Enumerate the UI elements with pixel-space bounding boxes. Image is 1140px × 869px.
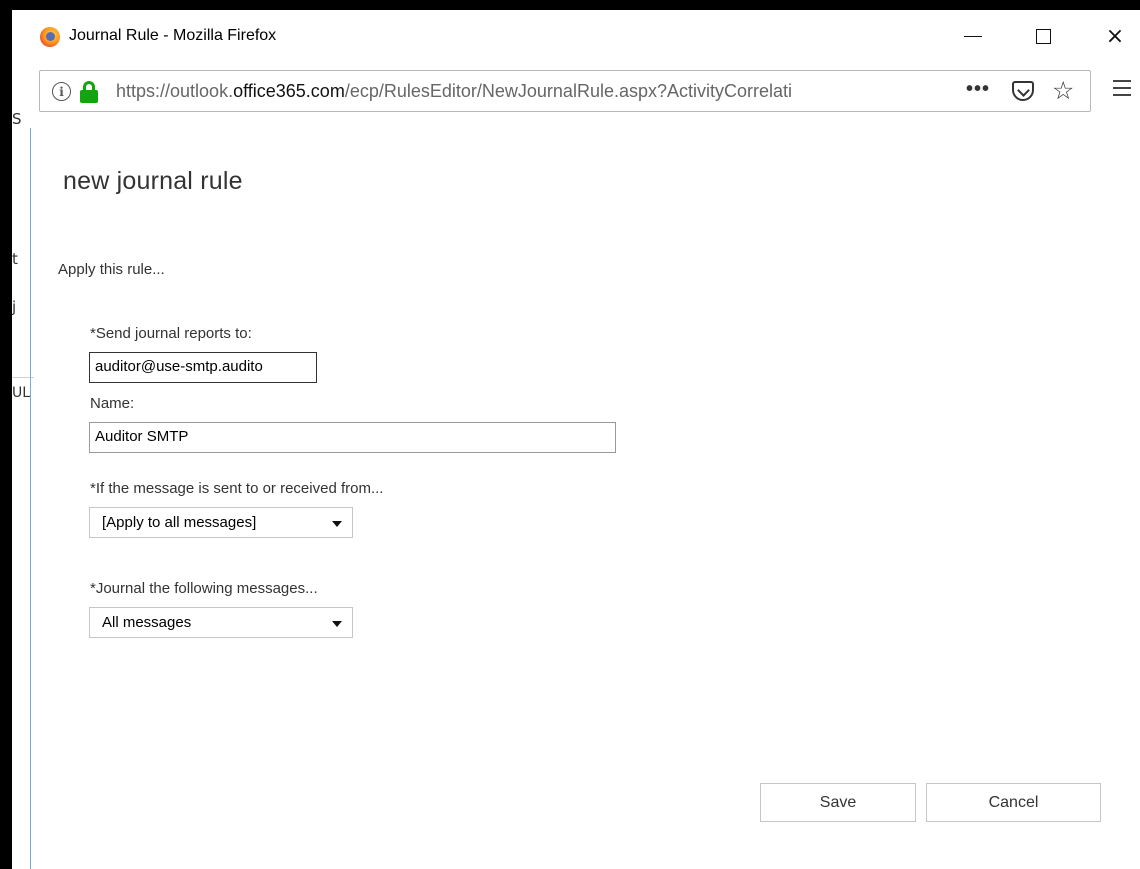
background-text-fragment: t — [12, 250, 18, 268]
window-border — [30, 128, 31, 869]
firefox-logo-icon — [40, 27, 60, 47]
name-label: Name: — [90, 395, 135, 412]
condition-label: *If the message is sent to or received f… — [90, 480, 384, 497]
close-button[interactable]: × — [1092, 18, 1138, 54]
url-prefix: https://outlook. — [116, 81, 234, 101]
background-text-fragment: UL — [12, 385, 31, 401]
maximize-button[interactable] — [1020, 18, 1066, 54]
navigation-bar: i https://outlook.office365.com/ecp/Rule… — [30, 60, 1140, 128]
bookmark-star-icon[interactable]: ☆ — [1052, 76, 1074, 105]
name-input[interactable]: Auditor SMTP — [89, 422, 616, 453]
condition-select-value: [Apply to all messages] — [102, 514, 257, 531]
send-to-label: *Send journal reports to: — [90, 325, 252, 342]
window-titlebar[interactable]: Journal Rule - Mozilla Firefox × — [30, 10, 1140, 60]
screen-top-edge — [0, 0, 1140, 10]
section-label: Apply this rule... — [58, 261, 165, 278]
url-domain: office365.com — [233, 81, 345, 101]
chevron-down-icon — [332, 521, 342, 527]
chevron-down-icon — [332, 621, 342, 627]
url-fade — [910, 73, 960, 109]
url-bar[interactable]: i https://outlook.office365.com/ecp/Rule… — [39, 70, 1091, 112]
screen-left-edge — [0, 0, 12, 869]
scope-select[interactable]: All messages — [89, 607, 353, 638]
cancel-button[interactable]: Cancel — [926, 783, 1101, 822]
info-icon[interactable]: i — [52, 82, 71, 101]
minimize-icon — [964, 35, 982, 37]
window-title: Journal Rule - Mozilla Firefox — [69, 27, 277, 44]
lock-icon[interactable] — [80, 81, 98, 103]
page-actions-more-icon[interactable]: ••• — [966, 78, 990, 101]
scope-select-value: All messages — [102, 614, 192, 631]
maximize-icon — [1035, 28, 1051, 44]
background-text-fragment: S — [12, 110, 22, 128]
close-icon: × — [1105, 23, 1125, 49]
save-button[interactable]: Save — [760, 783, 916, 822]
condition-select[interactable]: [Apply to all messages] — [89, 507, 353, 538]
url-text[interactable]: https://outlook.office365.com/ecp/RulesE… — [116, 81, 792, 102]
background-text-fragment: j — [12, 298, 17, 316]
url-path: /ecp/RulesEditor/NewJournalRule.aspx?Act… — [344, 81, 793, 101]
page-title: new journal rule — [63, 167, 243, 195]
scope-label: *Journal the following messages... — [90, 580, 318, 597]
send-to-input[interactable]: auditor@use-smtp.audito — [89, 352, 317, 383]
minimize-button[interactable] — [950, 18, 996, 54]
hamburger-menu-icon[interactable] — [1113, 80, 1131, 101]
pocket-icon[interactable] — [1012, 81, 1034, 101]
